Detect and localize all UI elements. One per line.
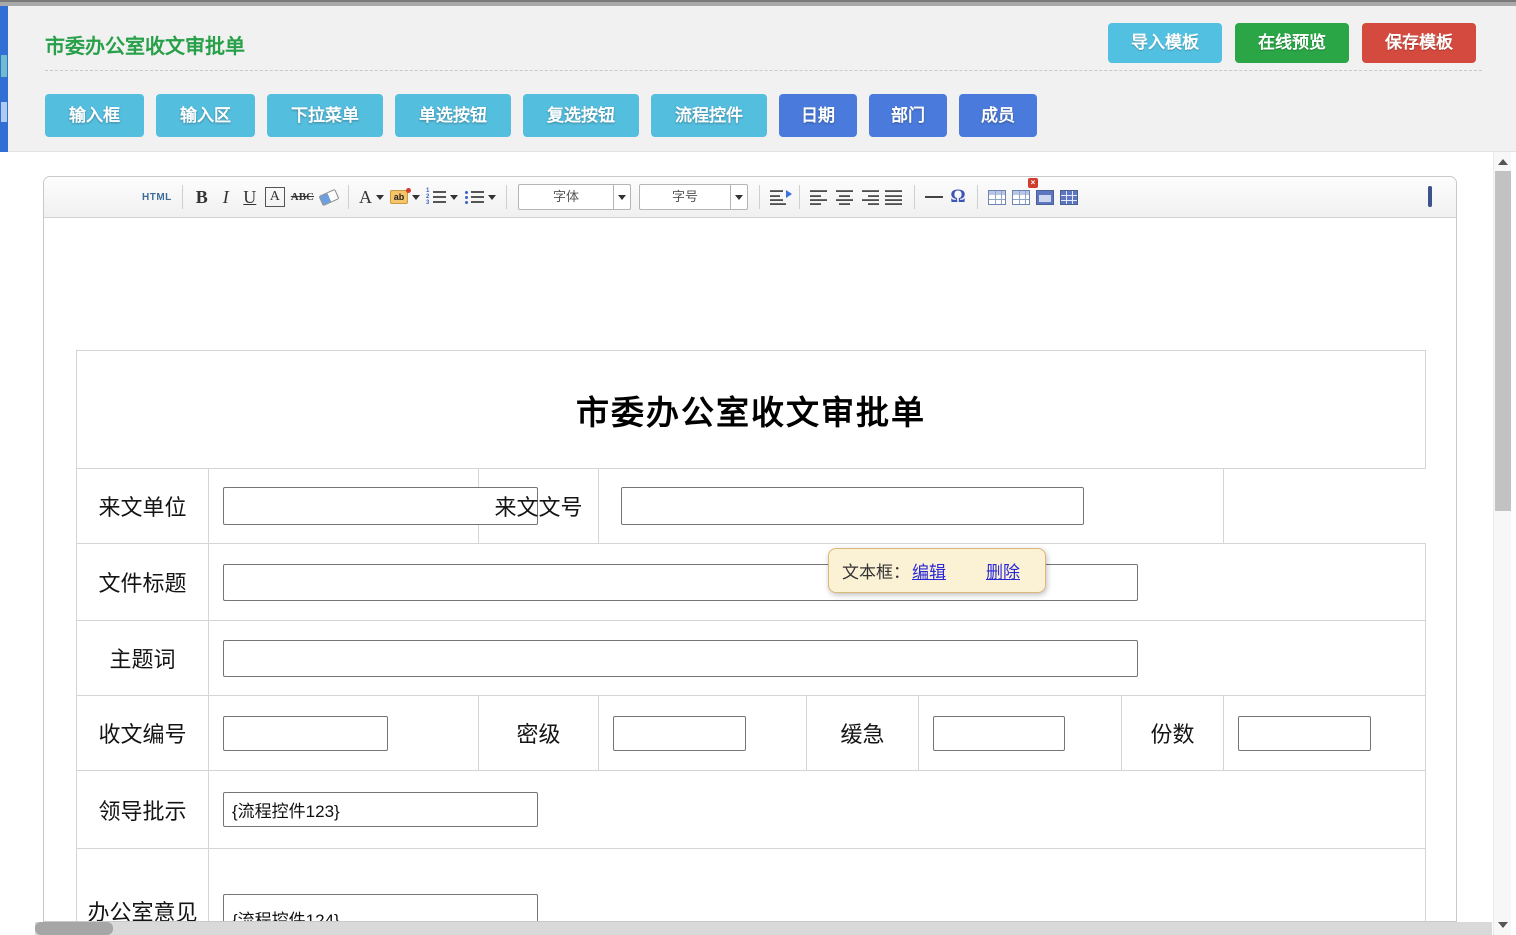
toolbar-separator [799,185,800,209]
toolbar-separator [348,185,349,209]
toolbar-separator [759,185,760,209]
table-row: 办公室意见 [77,849,1426,923]
receipt-number-input[interactable] [223,716,388,751]
font-family-select[interactable]: 字体 [518,184,631,210]
font-color-icon[interactable]: A [356,183,387,211]
toolbar-separator [977,185,978,209]
dropdown-arrow[interactable] [613,185,630,209]
leader-instructions-input[interactable] [223,792,538,827]
horizontal-rule-icon[interactable] [922,183,946,211]
background-window-sliver [0,6,8,152]
widget-toolbar: 输入框 输入区 下拉菜单 单选按钮 复选按钮 流程控件 日期 部门 成员 [45,94,1037,137]
header-actions: 导入模板 在线预览 保存模板 [1108,23,1476,63]
widget-dropdown-button[interactable]: 下拉菜单 [267,94,383,137]
horizontal-scrollbar-thumb[interactable] [35,922,113,935]
widget-input-box-button[interactable]: 输入框 [45,94,144,137]
source-unit-input[interactable] [223,487,538,525]
italic-icon[interactable]: I [214,183,238,211]
font-size-select[interactable]: 字号 [639,184,748,210]
dropdown-caret-icon [488,195,496,200]
form-title: 市委办公室收文审批单 [576,394,926,431]
import-template-button[interactable]: 导入模板 [1108,23,1222,63]
horizontal-scrollbar[interactable] [35,922,1492,935]
scroll-up-arrow-icon[interactable] [1498,159,1508,165]
highlight-color-icon[interactable]: ab [387,183,423,211]
widget-checkbox-button[interactable]: 复选按钮 [523,94,639,137]
dropdown-caret-icon [412,195,420,200]
label-source-unit: 来文单位 [77,469,209,544]
widget-radio-button[interactable]: 单选按钮 [395,94,511,137]
unordered-list-icon[interactable] [461,183,499,211]
html-source-icon[interactable]: HTML [139,183,175,211]
content-area: HTML B I U A ABC A ab 字体 字号 [8,152,1493,922]
editor-canvas[interactable]: 市委办公室收文审批单 来文单位 来文文号 文件标题 主题词 收文编号 [44,218,1456,922]
page-title: 市委办公室收文审批单 [45,30,245,59]
toolbar-separator [182,185,183,209]
bold-icon[interactable]: B [190,183,214,211]
label-subject-words: 主题词 [77,621,209,696]
form-title-row: 市委办公室收文审批单 [77,351,1426,469]
table-row: 领导批示 [77,771,1426,849]
approval-form-table: 市委办公室收文审批单 来文单位 来文文号 文件标题 主题词 收文编号 [76,350,1426,922]
widget-input-area-button[interactable]: 输入区 [156,94,255,137]
urgency-input[interactable] [933,716,1065,751]
align-right-icon[interactable] [857,183,882,211]
label-office-opinion: 办公室意见 [77,849,209,923]
background-window-fragment [1,102,7,122]
insert-table-icon[interactable] [985,183,1009,211]
table-row: 收文编号 密级 缓急 份数 [77,696,1426,771]
dropdown-caret-icon [450,195,458,200]
delete-table-icon[interactable]: × [1009,183,1033,211]
dashed-divider [45,70,1482,71]
save-template-button[interactable]: 保存模板 [1362,23,1476,63]
widget-flow-control-button[interactable]: 流程控件 [651,94,767,137]
align-left-icon[interactable] [807,183,832,211]
subject-words-input[interactable] [223,640,1138,677]
scroll-down-arrow-icon[interactable] [1498,922,1508,928]
remove-format-eraser-icon[interactable] [317,183,341,211]
copies-input[interactable] [1238,716,1371,751]
richtext-editor: HTML B I U A ABC A ab 字体 字号 [43,176,1457,922]
dropdown-caret-icon [376,195,384,200]
label-leader-instructions: 领导批示 [77,771,209,849]
label-copies: 份数 [1122,696,1224,771]
align-justify-icon[interactable] [882,183,907,211]
table-row: 来文单位 来文文号 [77,469,1426,544]
label-document-number: 来文文号 [479,469,599,544]
online-preview-button[interactable]: 在线预览 [1235,23,1349,63]
special-char-icon[interactable]: Ω [946,183,970,211]
border-text-icon[interactable]: A [262,183,288,211]
widget-date-button[interactable]: 日期 [779,94,857,137]
label-receipt-number: 收文编号 [77,696,209,771]
underline-icon[interactable]: U [238,183,262,211]
widget-member-button[interactable]: 成员 [959,94,1037,137]
tooltip-label: 文本框： [842,558,910,583]
vertical-scrollbar-thumb[interactable] [1495,171,1511,511]
toolbar-separator [914,185,915,209]
background-window-fragment [1,55,7,77]
align-center-icon[interactable] [832,183,857,211]
table-row: 主题词 [77,621,1426,696]
editor-toolbar: HTML B I U A ABC A ab 字体 字号 [44,177,1456,218]
document-number-input[interactable] [621,487,1084,525]
dropdown-arrow[interactable] [730,185,747,209]
label-secrecy-level: 密级 [479,696,599,771]
secrecy-level-input[interactable] [613,716,746,751]
delete-widget-link[interactable]: 删除 [986,558,1020,583]
cell-properties-icon[interactable] [1057,183,1081,211]
label-document-title: 文件标题 [77,544,209,621]
table-row: 文件标题 [77,544,1426,621]
indent-icon[interactable] [767,183,792,211]
widget-action-tooltip: 文本框： 编辑 删除 [828,548,1046,593]
ordered-list-icon[interactable] [423,183,461,211]
strikethrough-icon[interactable]: ABC [288,183,317,211]
office-opinion-input[interactable] [223,894,538,922]
toolbar-separator [506,185,507,209]
edit-widget-link[interactable]: 编辑 [912,558,946,583]
fullscreen-icon[interactable] [1418,183,1442,211]
label-urgency: 缓急 [807,696,919,771]
page-header: 市委办公室收文审批单 导入模板 在线预览 保存模板 输入框 输入区 下拉菜单 单… [8,6,1516,152]
widget-department-button[interactable]: 部门 [869,94,947,137]
vertical-scrollbar[interactable] [1493,152,1511,935]
